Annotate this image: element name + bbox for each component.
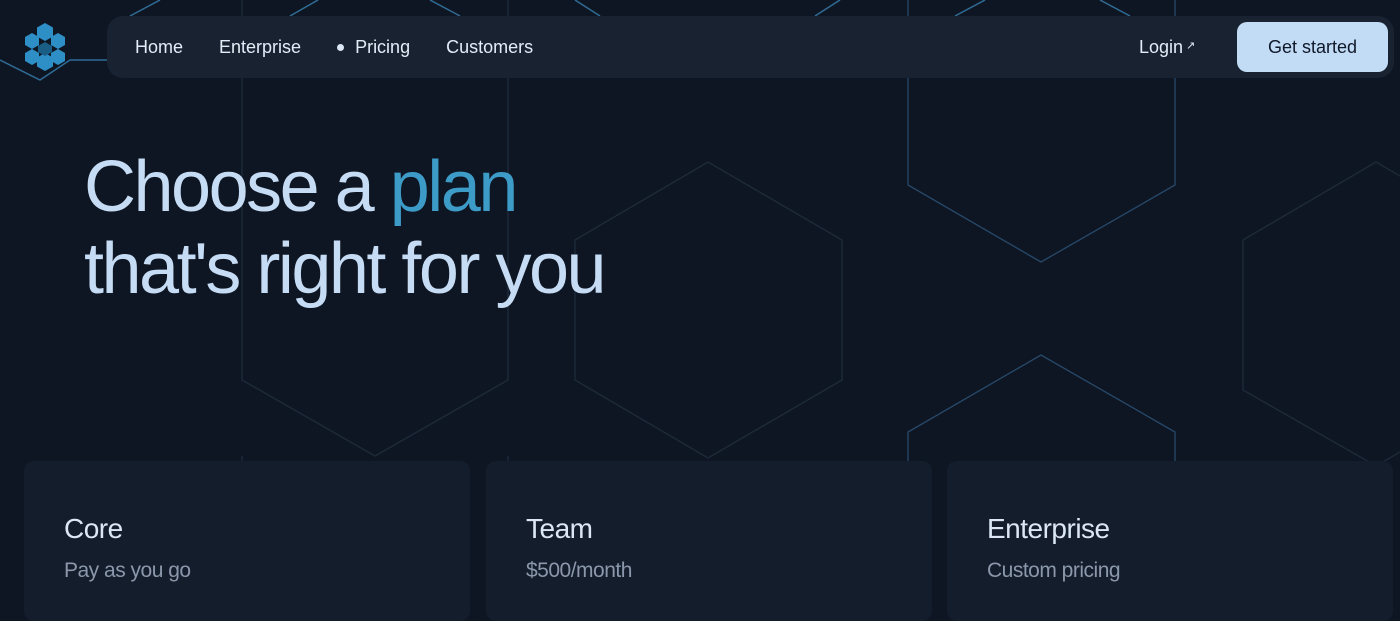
- plan-price: $500/month: [526, 559, 632, 582]
- hero-line-1-prefix: Choose a: [84, 147, 375, 227]
- arrow-up-right-icon: ↗: [1186, 40, 1196, 52]
- active-indicator-dot: [337, 43, 345, 51]
- get-started-button[interactable]: Get started: [1237, 22, 1388, 72]
- plan-name: Team: [526, 513, 593, 544]
- nav-link-enterprise[interactable]: Enterprise: [219, 37, 301, 58]
- login-link[interactable]: Login ↗: [1139, 16, 1195, 78]
- plan-price: Pay as you go: [64, 559, 191, 582]
- login-label: Login: [1139, 36, 1184, 57]
- hero-accent-word: plan: [389, 147, 519, 227]
- nav-link-label: Enterprise: [219, 36, 302, 57]
- nav-links: Home Enterprise Pricing Customers: [135, 16, 569, 78]
- hero-line-2: that's right for you: [84, 229, 607, 309]
- hexagon-cluster-icon: [25, 23, 65, 71]
- plan-card-team: Team $500/month: [486, 461, 932, 621]
- nav-link-label: Customers: [446, 36, 534, 57]
- plan-card-core: Core Pay as you go: [24, 461, 470, 621]
- plan-name: Enterprise: [987, 513, 1110, 544]
- nav-link-pricing[interactable]: Pricing: [337, 37, 410, 58]
- logo[interactable]: [22, 23, 68, 71]
- plan-card-enterprise: Enterprise Custom pricing: [947, 461, 1393, 621]
- nav-link-label: Pricing: [355, 36, 411, 57]
- plan-price: Custom pricing: [987, 559, 1121, 582]
- nav-link-label: Home: [135, 36, 184, 57]
- nav-link-home[interactable]: Home: [135, 37, 183, 58]
- nav-link-customers[interactable]: Customers: [446, 37, 533, 58]
- navbar: Home Enterprise Pricing Customers Login …: [107, 16, 1394, 78]
- hero-line-1: Choose a plan: [84, 147, 519, 227]
- page-title: Choose a plan that's right for you: [84, 146, 607, 310]
- plan-name: Core: [64, 513, 123, 544]
